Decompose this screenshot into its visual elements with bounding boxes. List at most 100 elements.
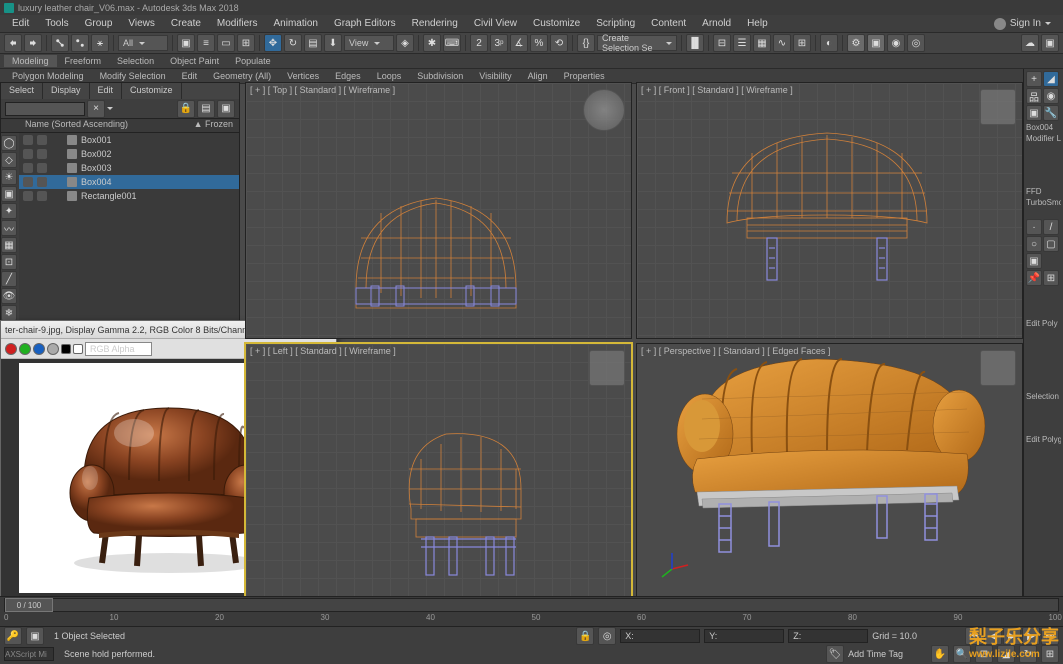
display-groups-button[interactable]: ▦ xyxy=(1,237,17,253)
viewport-left[interactable]: [ + ] [ Left ] [ Standard ] [ Wireframe … xyxy=(245,343,632,600)
se-tab-customize[interactable]: Customize xyxy=(122,83,182,99)
undo-button[interactable] xyxy=(4,34,22,52)
stack-edge-button[interactable]: / xyxy=(1043,219,1059,235)
snap-2d-button[interactable]: 2 xyxy=(470,34,488,52)
coord-z[interactable]: Z: xyxy=(788,629,868,643)
rollout-selection[interactable]: Selection xyxy=(1026,392,1061,401)
viewport-top[interactable]: [ + ] [ Top ] [ Standard ] [ Wireframe ] xyxy=(245,82,632,339)
menu-tools[interactable]: Tools xyxy=(37,16,76,31)
unlink-button[interactable] xyxy=(71,34,89,52)
viewcube[interactable] xyxy=(589,350,625,386)
ribbon-tab-freeform[interactable]: Freeform xyxy=(57,55,110,67)
menu-graph-editors[interactable]: Graph Editors xyxy=(326,16,404,31)
named-selection-dropdown[interactable]: Create Selection Se xyxy=(597,35,677,51)
display-lights-button[interactable]: ☀ xyxy=(1,169,17,185)
header-name[interactable]: Name (Sorted Ascending) xyxy=(1,119,189,132)
stack-polygon-button[interactable]: ▢ xyxy=(1043,236,1059,252)
display-geometry-button[interactable]: ◯ xyxy=(1,135,17,151)
viewport-zoom-extents-button[interactable]: ⊡ xyxy=(975,645,993,663)
se-tab-select[interactable]: Select xyxy=(1,83,43,99)
display-shapes-button[interactable]: ◇ xyxy=(1,152,17,168)
select-place-button[interactable]: ⬇ xyxy=(324,34,342,52)
scene-explorer-search-input[interactable] xyxy=(5,102,85,116)
menu-modifiers[interactable]: Modifiers xyxy=(209,16,266,31)
stack-vertex-button[interactable]: · xyxy=(1026,219,1042,235)
render-setup-button[interactable]: ⚙ xyxy=(847,34,865,52)
rollout-modifier-list[interactable]: Modifier List xyxy=(1026,134,1061,143)
menu-scripting[interactable]: Scripting xyxy=(588,16,643,31)
lock-icon[interactable]: 🔒 xyxy=(177,100,195,118)
goto-end-button[interactable]: ⏭ xyxy=(1041,627,1059,645)
time-slider-track[interactable]: 0 / 100 xyxy=(4,598,1059,612)
menu-animation[interactable]: Animation xyxy=(265,16,325,31)
viewcube[interactable] xyxy=(583,89,625,131)
ribbon-edges[interactable]: Edges xyxy=(327,70,369,82)
display-tab-button[interactable]: ▣ xyxy=(1026,105,1042,121)
goto-start-button[interactable]: ⏮ xyxy=(965,627,983,645)
green-channel-button[interactable] xyxy=(19,343,31,355)
list-item[interactable]: Box002 xyxy=(19,147,239,161)
rollout-edit-poly[interactable]: Edit Poly xyxy=(1026,319,1061,328)
ribbon-edit[interactable]: Edit xyxy=(174,70,206,82)
menu-rendering[interactable]: Rendering xyxy=(404,16,466,31)
display-xrefs-button[interactable]: ⊡ xyxy=(1,254,17,270)
modify-tab-button[interactable]: ◢ xyxy=(1043,71,1059,87)
pivot-center-button[interactable]: ◈ xyxy=(396,34,414,52)
motion-tab-button[interactable]: ◉ xyxy=(1043,88,1059,104)
ribbon-subdivision[interactable]: Subdivision xyxy=(409,70,471,82)
prev-frame-button[interactable]: ◀ xyxy=(984,627,1002,645)
white-channel-button[interactable] xyxy=(73,344,83,354)
ribbon-align[interactable]: Align xyxy=(520,70,556,82)
chevron-down-icon[interactable] xyxy=(107,107,113,110)
coord-y-input[interactable] xyxy=(721,631,771,641)
viewport-perspective[interactable]: [ + ] [ Perspective ] [ Standard ] [ Edg… xyxy=(636,343,1023,600)
schematic-view-button[interactable]: ⊞ xyxy=(793,34,811,52)
coord-z-input[interactable] xyxy=(805,631,855,641)
stack-border-button[interactable]: ○ xyxy=(1026,236,1042,252)
select-region-button[interactable]: ▭ xyxy=(217,34,235,52)
select-scale-button[interactable]: ▤ xyxy=(304,34,322,52)
time-tag-button[interactable]: 🏷 xyxy=(826,645,844,663)
manipulate-button[interactable]: ✱ xyxy=(423,34,441,52)
ribbon-geometry-all[interactable]: Geometry (All) xyxy=(205,70,279,82)
select-move-button[interactable]: ✥ xyxy=(264,34,282,52)
viewport-fov-button[interactable]: ◢ xyxy=(997,645,1015,663)
search-clear-button[interactable]: × xyxy=(87,100,105,118)
menu-customize[interactable]: Customize xyxy=(525,16,588,31)
viewcube[interactable] xyxy=(980,89,1016,125)
isolate-selection-button[interactable]: ◎ xyxy=(598,627,616,645)
menu-group[interactable]: Group xyxy=(77,16,121,31)
next-frame-button[interactable]: ▶ xyxy=(1022,627,1040,645)
hierarchy-tab-button[interactable]: 品 xyxy=(1026,88,1042,104)
toggle-ribbon-button[interactable]: ▦ xyxy=(753,34,771,52)
ribbon-poly-modeling[interactable]: Polygon Modeling xyxy=(4,70,92,82)
show-end-result-button[interactable]: ⊞ xyxy=(1043,270,1059,286)
create-tab-button[interactable]: + xyxy=(1026,71,1042,87)
select-rotate-button[interactable]: ↻ xyxy=(284,34,302,52)
redo-button[interactable] xyxy=(24,34,42,52)
autodesk-account-button[interactable]: ▣ xyxy=(1041,34,1059,52)
viewport-maximize-button[interactable]: ⊞ xyxy=(1041,645,1059,663)
blue-channel-button[interactable] xyxy=(33,343,45,355)
menu-arnold[interactable]: Arnold xyxy=(694,16,739,31)
coord-x[interactable]: X: xyxy=(620,629,700,643)
ribbon-tab-object-paint[interactable]: Object Paint xyxy=(162,55,227,67)
view-options-button[interactable]: ▤ xyxy=(197,100,215,118)
ribbon-tab-modeling[interactable]: Modeling xyxy=(4,55,57,67)
list-item[interactable]: Box003 xyxy=(19,161,239,175)
list-item[interactable]: Box001 xyxy=(19,133,239,147)
menu-content[interactable]: Content xyxy=(643,16,694,31)
lock-selection-button[interactable]: 🔒 xyxy=(576,627,594,645)
mono-channel-button[interactable] xyxy=(61,344,71,354)
menu-views[interactable]: Views xyxy=(120,16,163,31)
ribbon-tab-selection[interactable]: Selection xyxy=(109,55,162,67)
material-editor-button[interactable]: ◐ xyxy=(820,34,838,52)
list-item[interactable]: Rectangle001 xyxy=(19,189,239,203)
time-tag-label[interactable]: Add Time Tag xyxy=(848,649,903,659)
render-production-button[interactable]: ◉ xyxy=(887,34,905,52)
ribbon-tab-populate[interactable]: Populate xyxy=(227,55,279,67)
display-spacewarps-button[interactable]: 〰 xyxy=(1,220,17,236)
viewport-front[interactable]: [ + ] [ Front ] [ Standard ] [ Wireframe… xyxy=(636,82,1023,339)
red-channel-button[interactable] xyxy=(5,343,17,355)
selection-filter-dropdown[interactable]: All xyxy=(118,35,168,51)
